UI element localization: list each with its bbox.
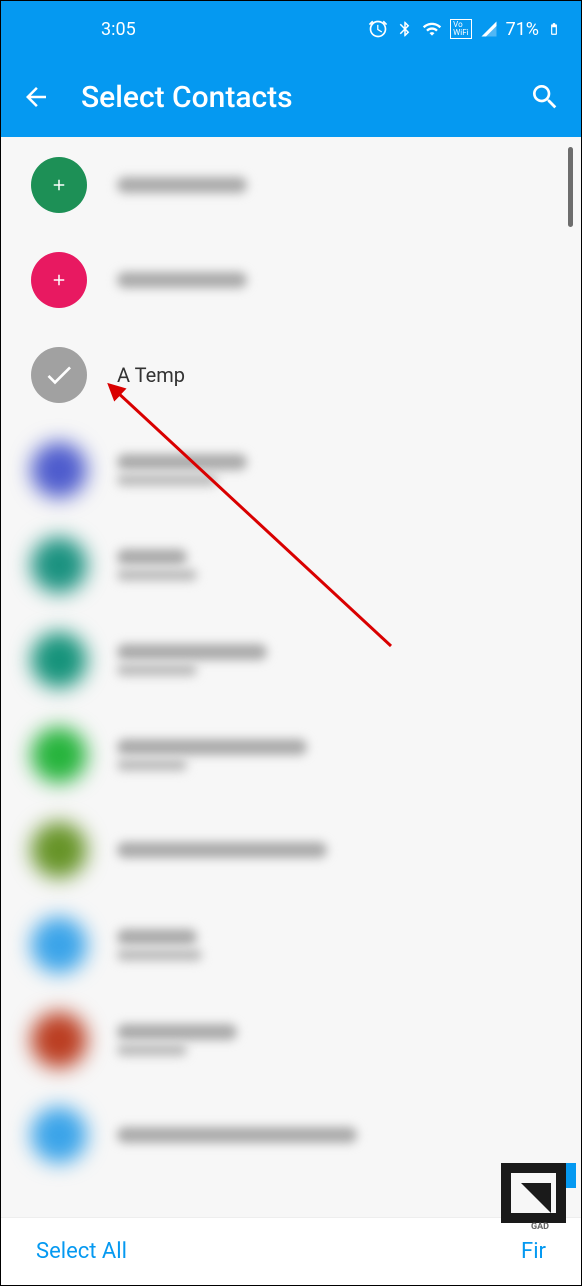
contact-avatar [31, 1107, 87, 1163]
blurred-contact-info [117, 1024, 237, 1056]
status-bar: 3:05 VoWiFi 71% [1, 1, 581, 57]
contact-avatar [31, 537, 87, 593]
contact-item[interactable] [1, 422, 581, 517]
blurred-contact-info [117, 454, 247, 486]
app-bar: Select Contacts [1, 57, 581, 137]
status-time: 3:05 [101, 19, 136, 40]
scrollbar[interactable] [568, 147, 573, 227]
contact-avatar [31, 252, 87, 308]
blurred-contact-info [117, 272, 247, 288]
signal-icon [480, 20, 498, 38]
blurred-contact-info [117, 842, 327, 858]
bottom-bar: Select All Fir [1, 1217, 581, 1285]
battery-percent: 71% [506, 19, 539, 40]
battery-icon [547, 19, 561, 39]
contact-item[interactable] [1, 1087, 581, 1182]
status-icons: VoWiFi 71% [368, 19, 561, 40]
bluetooth-icon [396, 20, 414, 38]
contact-item[interactable] [1, 517, 581, 612]
contact-avatar [31, 917, 87, 973]
contact-item[interactable] [1, 992, 581, 1087]
watermark-logo: GAD [496, 1163, 581, 1233]
contact-name: A Temp [117, 363, 185, 387]
contact-avatar [31, 347, 87, 403]
contact-avatar [31, 1012, 87, 1068]
svg-text:GAD: GAD [531, 1222, 549, 1232]
blurred-contact-info [117, 1127, 357, 1143]
vowifi-icon: VoWiFi [450, 19, 471, 39]
search-icon[interactable] [529, 81, 561, 113]
contact-avatar [31, 822, 87, 878]
contact-avatar [31, 442, 87, 498]
blurred-contact-info [117, 739, 307, 771]
select-all-button[interactable]: Select All [36, 1239, 127, 1264]
blurred-contact-info [117, 177, 247, 193]
finish-button[interactable]: Fir [521, 1239, 546, 1264]
contact-item[interactable] [1, 897, 581, 992]
contact-item[interactable] [1, 612, 581, 707]
blurred-contact-info [117, 549, 197, 581]
contact-item[interactable] [1, 137, 581, 232]
contacts-list[interactable]: A Temp [1, 137, 581, 1217]
alarm-icon [368, 19, 388, 39]
blurred-contact-info [117, 929, 202, 961]
wifi-icon [422, 19, 442, 39]
blurred-contact-info [117, 644, 267, 676]
contact-avatar [31, 727, 87, 783]
contact-item[interactable] [1, 707, 581, 802]
contact-item[interactable] [1, 232, 581, 327]
page-title: Select Contacts [81, 80, 499, 115]
contact-item[interactable]: A Temp [1, 327, 581, 422]
back-icon[interactable] [21, 82, 51, 112]
contact-avatar [31, 157, 87, 213]
contact-avatar [31, 632, 87, 688]
contact-item[interactable] [1, 802, 581, 897]
